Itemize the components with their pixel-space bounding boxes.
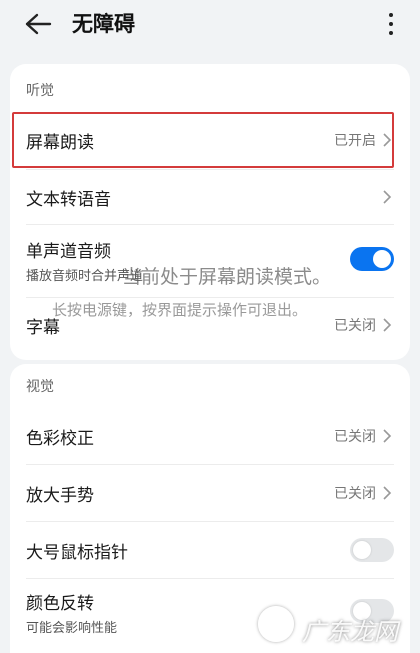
color-inversion-label: 颜色反转 — [26, 594, 94, 614]
color-correction-status: 已关闭 — [334, 429, 376, 445]
arrow-left-icon — [25, 13, 52, 35]
chevron-right-icon — [383, 133, 392, 147]
color-inversion-toggle[interactable] — [350, 599, 394, 623]
chevron-right-icon — [383, 190, 392, 204]
captions-row[interactable]: 字幕 已关闭 — [10, 298, 410, 354]
mono-audio-toggle[interactable] — [350, 247, 394, 271]
magnification-row[interactable]: 放大手势 已关闭 — [10, 465, 410, 521]
captions-label: 字幕 — [26, 318, 60, 338]
hearing-card: 听觉 屏幕朗读 已开启 文本转语音 单声道音频 播放音频时合并声道 字幕 已关闭 — [10, 64, 410, 360]
section-title-hearing: 听觉 — [26, 83, 54, 99]
large-pointer-toggle[interactable] — [350, 538, 394, 562]
toggle-knob — [353, 602, 371, 620]
magnification-status: 已关闭 — [334, 486, 376, 502]
large-pointer-row[interactable]: 大号鼠标指针 — [10, 522, 410, 578]
text-to-speech-row[interactable]: 文本转语音 — [10, 170, 410, 224]
screen-reader-status: 已开启 — [334, 133, 376, 149]
section-title-vision: 视觉 — [26, 379, 54, 395]
toggle-knob — [373, 250, 391, 268]
more-vertical-icon — [389, 13, 393, 17]
color-correction-label: 色彩校正 — [26, 429, 94, 449]
mono-audio-label: 单声道音频 — [26, 242, 111, 262]
large-pointer-label: 大号鼠标指针 — [26, 543, 128, 563]
screen-reader-row[interactable]: 屏幕朗读 已开启 — [10, 112, 410, 168]
mono-audio-subtitle: 播放音频时合并声道 — [26, 269, 144, 284]
screen-reader-label: 屏幕朗读 — [26, 133, 94, 153]
page-title: 无障碍 — [72, 12, 135, 36]
chevron-right-icon — [383, 429, 392, 443]
color-inversion-subtitle: 可能会影响性能 — [26, 621, 118, 636]
chevron-right-icon — [383, 318, 392, 332]
vision-card: 视觉 色彩校正 已关闭 放大手势 已关闭 大号鼠标指针 颜色反转 可能会影响性能 — [10, 364, 410, 653]
magnification-label: 放大手势 — [26, 486, 94, 506]
color-correction-row[interactable]: 色彩校正 已关闭 — [10, 408, 410, 464]
color-inversion-row[interactable]: 颜色反转 可能会影响性能 — [10, 579, 410, 651]
text-to-speech-label: 文本转语音 — [26, 190, 111, 210]
mono-audio-row[interactable]: 单声道音频 播放音频时合并声道 — [10, 225, 410, 297]
toggle-knob — [353, 541, 371, 559]
chevron-right-icon — [383, 486, 392, 500]
captions-status: 已关闭 — [334, 318, 376, 334]
more-options-button[interactable] — [378, 6, 404, 42]
back-button[interactable] — [18, 8, 58, 40]
app-header: 无障碍 — [0, 0, 420, 58]
